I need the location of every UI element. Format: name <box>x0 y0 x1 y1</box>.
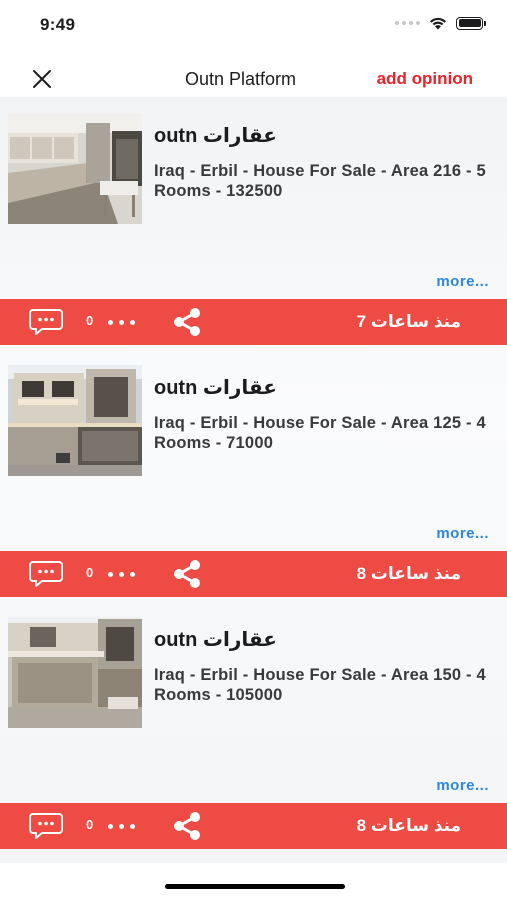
post-body[interactable]: outn عقارات Iraq - Erbil - House For Sal… <box>0 601 507 803</box>
more-options-icon[interactable] <box>108 569 144 579</box>
post-title: outn عقارات <box>154 377 277 399</box>
comment-icon <box>29 813 63 839</box>
list-item[interactable]: outn عقارات Iraq - Erbil - House For Sal… <box>0 601 507 853</box>
post-thumbnail[interactable] <box>8 617 142 728</box>
share-icon <box>174 308 200 336</box>
share-icon <box>174 560 200 588</box>
list-item[interactable]: outn عقارات Iraq - Erbil - House For Sal… <box>0 349 507 601</box>
post-time: منذ ساعات 7 <box>356 312 461 331</box>
more-link[interactable]: more... <box>436 273 489 290</box>
comment-button[interactable] <box>28 308 64 336</box>
navigation-bar: Outn Platform add opinion <box>0 55 507 103</box>
signal-icon <box>395 21 420 25</box>
comment-count: 0 <box>86 313 94 328</box>
battery-icon <box>456 16 486 30</box>
comment-count: 0 <box>86 565 94 580</box>
post-action-bar: 0 منذ ساعات 8 <box>0 551 507 597</box>
page-title: Outn Platform <box>184 69 297 89</box>
comment-count: 0 <box>86 817 94 832</box>
feed-list[interactable]: outn عقارات Iraq - Erbil - House For Sal… <box>0 97 507 863</box>
post-title: outn عقارات <box>154 125 277 147</box>
more-options-icon[interactable] <box>108 317 144 327</box>
share-icon <box>174 812 200 840</box>
add-opinion-button[interactable]: add opinion <box>377 69 473 89</box>
post-action-bar: 0 منذ ساعات 8 <box>0 803 507 849</box>
house-facade-photo <box>8 365 142 476</box>
share-button[interactable] <box>170 559 204 589</box>
post-time: منذ ساعات 8 <box>356 564 461 583</box>
house-exterior-photo <box>8 617 142 728</box>
comment-icon <box>29 309 63 335</box>
share-button[interactable] <box>170 811 204 841</box>
more-link[interactable]: more... <box>436 525 489 542</box>
post-description: Iraq - Erbil - House For Sale - Area 216… <box>154 162 486 200</box>
comment-button[interactable] <box>28 560 64 588</box>
more-options-icon[interactable] <box>108 821 144 831</box>
share-button[interactable] <box>170 307 204 337</box>
home-indicator[interactable] <box>165 884 345 889</box>
close-button[interactable] <box>26 63 58 95</box>
status-bar: 9:49 <box>0 0 507 50</box>
house-kitchen-photo <box>8 113 142 224</box>
post-time: منذ ساعات 8 <box>356 816 461 835</box>
post-action-bar: 0 منذ ساعات 7 <box>0 299 507 345</box>
comment-icon <box>29 561 63 587</box>
wifi-icon <box>430 17 446 30</box>
post-description: Iraq - Erbil - House For Sale - Area 150… <box>154 666 486 704</box>
post-description: Iraq - Erbil - House For Sale - Area 125… <box>154 414 486 452</box>
list-item[interactable]: outn عقارات Iraq - Erbil - House For Sal… <box>0 97 507 349</box>
post-thumbnail[interactable] <box>8 113 142 224</box>
close-icon <box>33 70 51 88</box>
status-time: 9:49 <box>40 15 76 34</box>
post-body[interactable]: outn عقارات Iraq - Erbil - House For Sal… <box>0 349 507 551</box>
post-body[interactable]: outn عقارات Iraq - Erbil - House For Sal… <box>0 97 507 299</box>
status-icons <box>395 16 486 30</box>
comment-button[interactable] <box>28 812 64 840</box>
post-thumbnail[interactable] <box>8 365 142 476</box>
more-link[interactable]: more... <box>436 777 489 794</box>
post-title: outn عقارات <box>154 629 277 651</box>
